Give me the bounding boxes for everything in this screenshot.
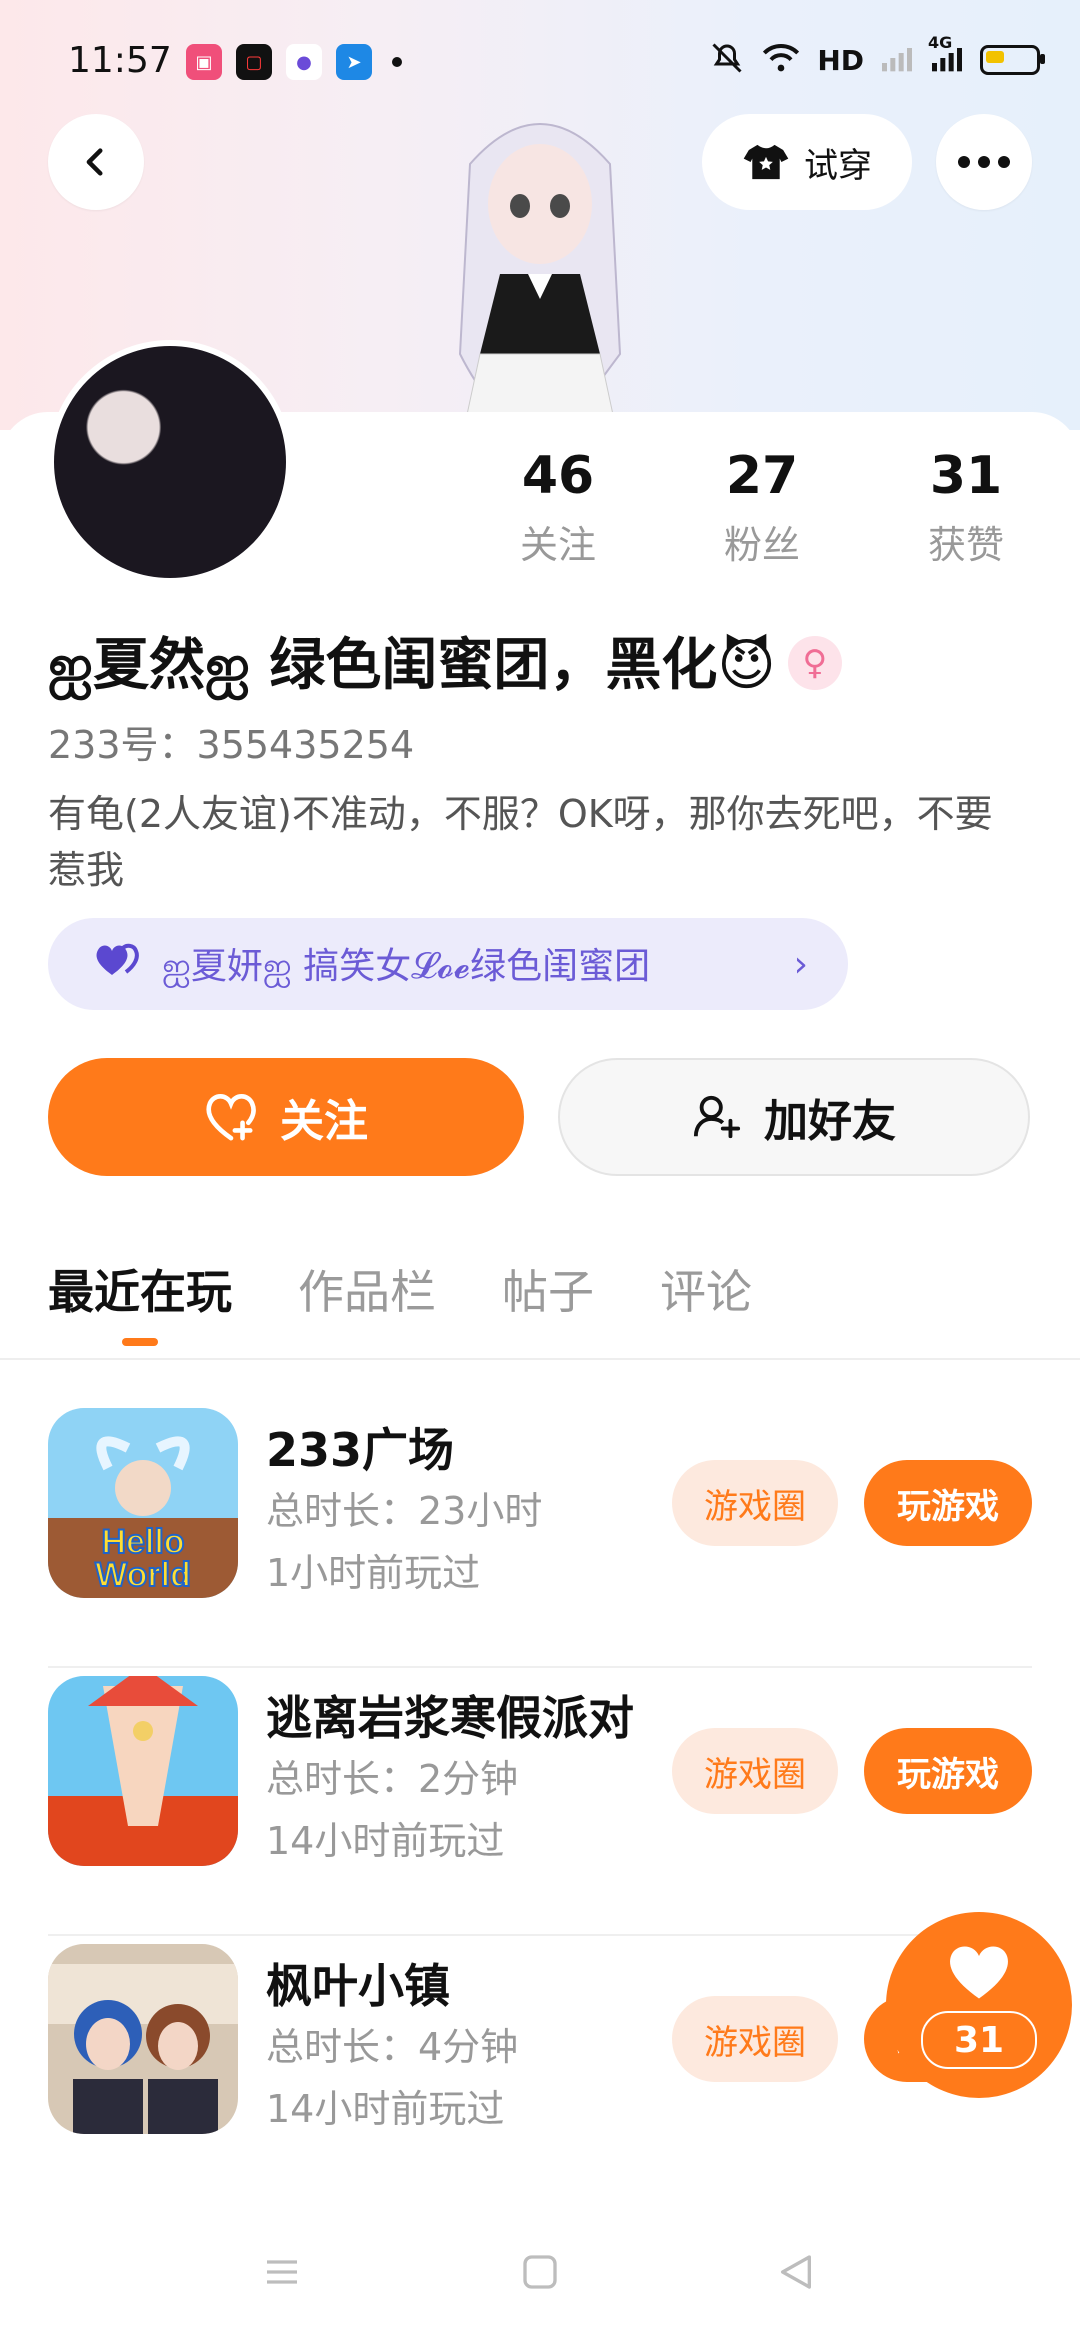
heart-plus-icon <box>206 1094 256 1141</box>
app-icon: ▢ <box>236 44 272 80</box>
mute-icon <box>709 40 745 80</box>
game-title: 枫叶小镇 <box>266 1959 450 2013</box>
back-arrow-icon <box>86 148 103 176</box>
wifi-icon <box>761 40 801 80</box>
home-icon[interactable] <box>520 2252 560 2292</box>
group-name: ஐ夏妍ஐ 搞笑女𝓛𝓸𝓮绿色闺蜜团 <box>162 945 651 987</box>
like-floating-button[interactable]: 31 <box>886 1912 1072 2098</box>
system-navigation-bar <box>0 2200 1080 2340</box>
follow-label: 关注 <box>280 1096 368 1147</box>
game-icon-maple-town <box>48 1944 238 2134</box>
profile-bio: 有龟(2人友谊)不准动，不服？OK呀，那你去死吧，不要惹我 <box>48 792 993 892</box>
add-friend-button[interactable]: 加好友 <box>558 1058 1030 1176</box>
divider <box>0 1358 1080 1360</box>
game-total-time: 总时长：4分钟 <box>266 2025 519 2069</box>
status-time: 11:57 <box>68 40 172 81</box>
try-on-button[interactable]: 试穿 <box>702 114 912 210</box>
game-title: 233广场 <box>266 1423 455 1477</box>
stat-label: 关注 <box>519 523 596 567</box>
tab-works[interactable]: 作品栏 <box>298 1256 436 1322</box>
female-gender-icon: ♀ <box>787 635 842 690</box>
profile-tabs: 最近在玩 作品栏 帖子 评论 <box>48 1256 752 1322</box>
game-icon-lava-escape <box>48 1676 238 1866</box>
signal-4g-icon: 4G <box>928 33 964 77</box>
svg-text:World: World <box>95 1556 191 1594</box>
game-circle-button[interactable]: 游戏圈 <box>672 1728 838 1814</box>
signal-weak-icon <box>880 43 914 77</box>
game-total-time: 总时长：2分钟 <box>266 1757 519 1801</box>
group-link[interactable]: ஐ夏妍ஐ 搞笑女𝓛𝓸𝓮绿色闺蜜团 › <box>48 918 848 1010</box>
profile-name-row: ஐ夏然ஐ 绿色闺蜜团，黑化😈 ♀ <box>48 620 842 705</box>
profile-uid: 233号：355435254 <box>48 723 415 767</box>
stat-following[interactable]: 46 关注 <box>478 446 638 569</box>
profile-name: ஐ夏然ஐ 绿色闺蜜团，黑化😈 <box>48 633 776 698</box>
stat-label: 获赞 <box>927 523 1004 567</box>
battery-icon <box>980 45 1045 75</box>
like-count: 31 <box>921 2011 1037 2069</box>
add-friend-label: 加好友 <box>764 1096 896 1147</box>
game-last-played: 14小时前玩过 <box>266 2087 505 2131</box>
profile-stats: 46 关注 27 粉丝 31 获赞 <box>0 446 1080 576</box>
back-button[interactable] <box>48 114 144 210</box>
menu-icon[interactable] <box>262 2252 302 2292</box>
add-user-icon <box>693 1095 741 1139</box>
tab-posts[interactable]: 帖子 <box>502 1256 594 1322</box>
recent-games-list: Hello World 233广场 总时长：23小时 1小时前玩过 游戏圈 玩游… <box>48 1400 1032 2202</box>
play-game-button[interactable]: 玩游戏 <box>864 1460 1032 1546</box>
status-app-icons: ▣ ▢ ● ➤ <box>186 44 402 80</box>
app-icon: ➤ <box>336 44 372 80</box>
stat-number: 27 <box>725 446 799 506</box>
game-total-time: 总时长：23小时 <box>266 1489 543 1533</box>
stat-followers[interactable]: 27 粉丝 <box>682 446 842 569</box>
list-item[interactable]: 枫叶小镇 总时长：4分钟 14小时前玩过 游戏圈 玩游戏 <box>48 1934 1032 2202</box>
tab-recent-played[interactable]: 最近在玩 <box>48 1256 232 1322</box>
back-triangle-icon[interactable] <box>776 2252 816 2292</box>
game-title: 逃离岩浆寒假派对 <box>266 1691 634 1745</box>
list-item[interactable]: Hello World 233广场 总时长：23小时 1小时前玩过 游戏圈 玩游… <box>48 1400 1032 1666</box>
tshirt-icon <box>743 144 789 180</box>
status-indicators: HD 4G <box>709 33 1045 80</box>
play-game-button[interactable]: 玩游戏 <box>864 1728 1032 1814</box>
game-last-played: 14小时前玩过 <box>266 1819 505 1863</box>
heart-icon <box>950 1946 1008 1999</box>
game-circle-button[interactable]: 游戏圈 <box>672 1460 838 1546</box>
game-circle-button[interactable]: 游戏圈 <box>672 1996 838 2082</box>
game-last-played: 1小时前玩过 <box>266 1551 481 1595</box>
app-icon: ● <box>286 44 322 80</box>
follow-button[interactable]: 关注 <box>48 1058 524 1176</box>
heart-pair-icon <box>92 941 144 988</box>
chevron-right-icon: › <box>793 943 808 985</box>
stat-label: 粉丝 <box>723 523 800 567</box>
more-dots-icon <box>958 156 1010 168</box>
list-item[interactable]: 逃离岩浆寒假派对 总时长：2分钟 14小时前玩过 游戏圈 玩游戏 <box>48 1666 1032 1934</box>
avatar-character-image[interactable] <box>410 94 670 434</box>
more-options-button[interactable] <box>936 114 1032 210</box>
app-icon: ▣ <box>186 44 222 80</box>
more-notifications-dot <box>392 57 402 67</box>
hd-indicator: HD <box>817 43 864 77</box>
tab-comments[interactable]: 评论 <box>660 1256 752 1322</box>
stat-number: 31 <box>929 446 1003 506</box>
try-on-label: 试穿 <box>804 145 872 186</box>
game-icon-233-plaza: Hello World <box>48 1408 238 1598</box>
stat-number: 46 <box>521 446 595 506</box>
stat-likes[interactable]: 31 获赞 <box>886 446 1046 569</box>
